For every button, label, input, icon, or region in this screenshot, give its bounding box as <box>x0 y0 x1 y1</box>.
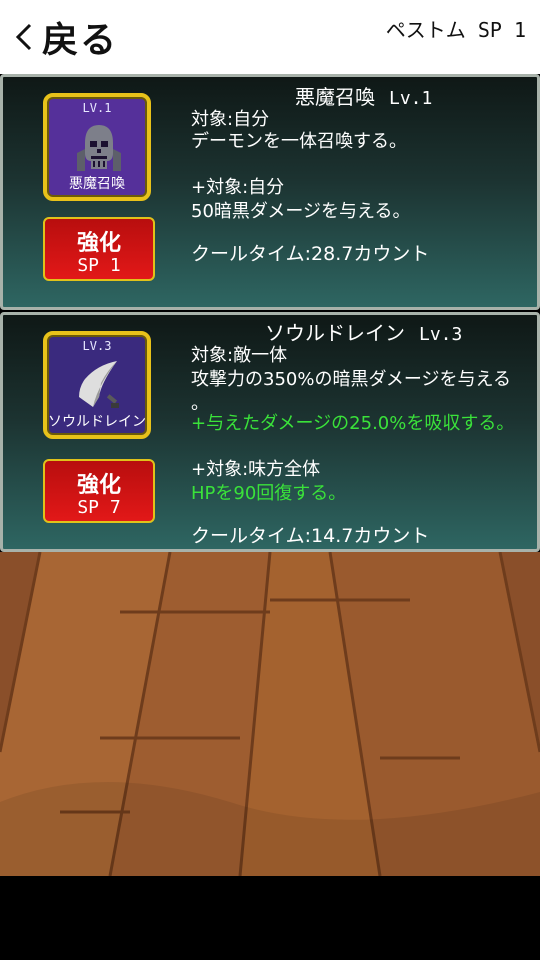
upgrade-cost: SP 7 <box>77 497 121 518</box>
floor-planks-illustration <box>0 552 540 876</box>
skill-desc-line: 。 <box>191 393 209 414</box>
upgrade-cost: SP 1 <box>77 255 121 276</box>
skill-desc-line: デーモンを一体召喚する。 <box>191 131 407 152</box>
skill-card-soul-drain: LV.3 ソウルドレイン 強化 SP 7 ソウルドレイン Lv.3 対象:敵一体 … <box>0 312 540 552</box>
skill-desc-line: +対象:自分 <box>191 177 285 198</box>
skill-level: Lv.1 <box>389 88 433 109</box>
skill-icon-tile[interactable]: LV.1 悪魔召喚 <box>43 93 151 201</box>
skill-desc-line: 攻撃力の350%の暗黒ダメージを与える <box>191 369 512 390</box>
skill-cooldown: クールタイム:28.7カウント <box>191 243 430 265</box>
skill-cooldown: クールタイム:14.7カウント <box>191 525 430 547</box>
upgrade-label: 強化 <box>76 473 121 498</box>
skull-icon <box>77 125 121 171</box>
skill-desc-line-bonus: +与えたダメージの25.0%を吸収する。 <box>191 413 515 434</box>
back-button[interactable]: 戻る <box>8 14 119 61</box>
skill-desc-line: +対象:味方全体 <box>191 459 321 480</box>
skill-desc-line: 対象:敵一体 <box>191 345 288 366</box>
skill-desc-line-bonus: HPを90回復する。 <box>191 483 347 504</box>
player-name: ペストム <box>385 18 466 42</box>
wooden-floor-background <box>0 552 540 876</box>
skill-level: Lv.3 <box>419 324 463 345</box>
skill-icon-level: LV.3 <box>82 339 112 353</box>
skill-name: ソウルドレイン <box>265 321 405 345</box>
chevron-left-icon <box>15 23 32 51</box>
skill-name: 悪魔召喚 <box>295 85 375 109</box>
skill-title: 悪魔召喚 Lv.1 <box>295 81 432 110</box>
skill-title: ソウルドレイン Lv.3 <box>265 317 462 346</box>
player-sp-info: ペストム SP 1 <box>386 14 526 43</box>
back-label: 戻る <box>42 20 119 61</box>
skill-desc-line: 50暗黒ダメージを与える。 <box>191 201 411 222</box>
skill-icon-name: 悪魔召喚 <box>69 176 125 192</box>
skill-icon-tile[interactable]: LV.3 ソウルドレイン <box>43 331 151 439</box>
skill-card-demon-summon: LV.1 悪魔召喚 強化 SP 1 悪魔召喚 Lv.1 対象:自分 デーモンを一体… <box>0 74 540 310</box>
bottom-letterbox <box>0 876 540 960</box>
upgrade-button[interactable]: 強化 SP 7 <box>43 459 155 523</box>
header-bar: 戻る ペストム SP 1 <box>0 0 540 74</box>
soul-drain-icon <box>79 361 119 408</box>
skill-icon-level: LV.1 <box>82 101 112 115</box>
upgrade-label: 強化 <box>76 231 121 256</box>
upgrade-button[interactable]: 強化 SP 1 <box>43 217 155 281</box>
skill-desc-line: 対象:自分 <box>191 109 270 130</box>
skill-icon-name: ソウルドレイン <box>48 414 146 430</box>
sp-counter: SP 1 <box>477 18 526 42</box>
